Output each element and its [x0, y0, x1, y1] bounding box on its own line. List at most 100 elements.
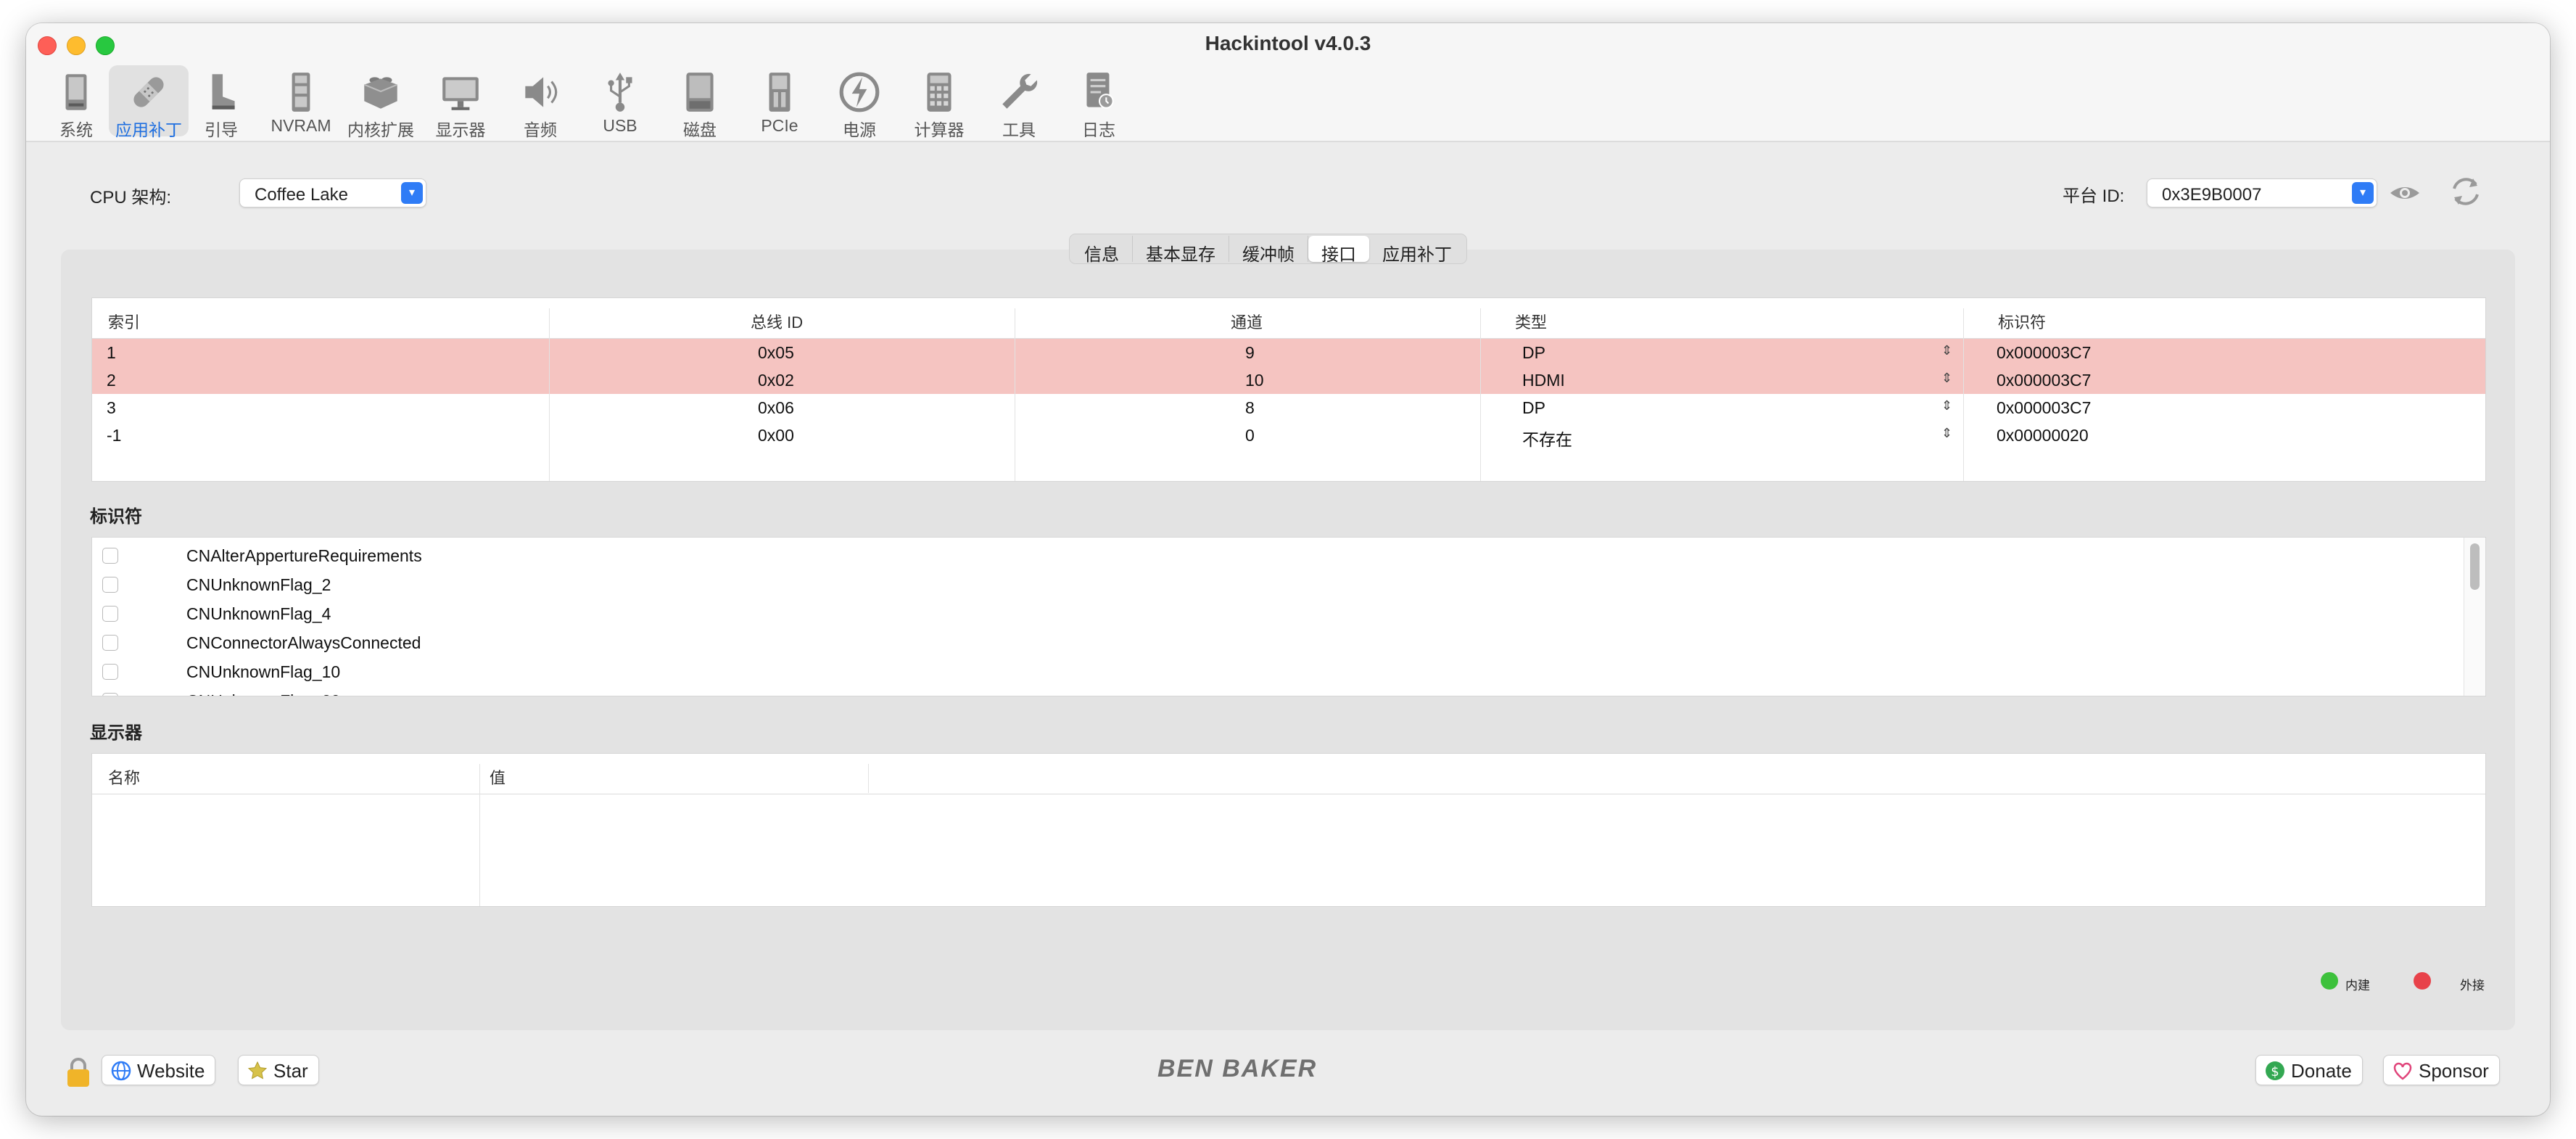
flag-label: CNAlterAppertureRequirements [186, 546, 422, 565]
toolbar-item-audio[interactable]: 音频 [500, 65, 580, 139]
column-header-pipe[interactable]: 通道 [1231, 310, 1263, 333]
flag-checkbox[interactable] [102, 664, 118, 680]
stepper-arrows-icon[interactable]: ⇕ [1941, 426, 1952, 441]
toolbar-item-log[interactable]: 日志 [1059, 65, 1139, 139]
bandage-icon [133, 77, 164, 107]
column-header-value[interactable]: 值 [490, 765, 505, 789]
flag-row: CNAlterAppertureRequirements [92, 540, 2485, 570]
chevron-down-icon: ▾ [2352, 182, 2374, 204]
tab-patch[interactable]: 应用补丁 [1369, 236, 1465, 265]
flag-checkbox[interactable] [102, 548, 118, 564]
speaker-icon [525, 77, 558, 107]
tab-vram[interactable]: 基本显存 [1133, 236, 1229, 265]
boot-icon [212, 74, 235, 110]
toolbar-item-power[interactable]: 电源 [820, 65, 899, 139]
display-section-title: 显示器 [90, 723, 142, 743]
table-header: 名称 值 [92, 754, 2485, 794]
scrollbar-thumb[interactable] [2470, 543, 2480, 590]
tab-connectors[interactable]: 接口 [1308, 236, 1369, 265]
display-icon [442, 77, 479, 110]
stepper-arrows-icon[interactable]: ⇕ [1941, 343, 1952, 358]
stepper-arrows-icon[interactable]: ⇕ [1941, 398, 1952, 414]
table-row[interactable]: -1 0x00 0 不存在 0x00000020 ⇕ [92, 422, 2485, 449]
website-button[interactable]: Website [102, 1055, 216, 1085]
column-header-flags[interactable]: 标识符 [1998, 310, 2046, 333]
toolbar-item-boot[interactable]: 引导 [181, 65, 261, 139]
legend-internal-dot [2321, 972, 2338, 990]
flags-scrollbar[interactable] [2464, 538, 2485, 696]
cpu-architecture-popup[interactable]: Coffee Lake ▾ [239, 178, 426, 207]
ben-baker-logo: BEN BAKER [1157, 1055, 1318, 1082]
table-row[interactable]: 1 0x05 9 DP 0x000003C7 ⇕ [92, 339, 2485, 366]
cell-index: 2 [107, 371, 116, 390]
flag-checkbox[interactable] [102, 606, 118, 622]
cell-flags: 0x000003C7 [1997, 371, 2092, 390]
toolbar-item-calculator[interactable]: 计算器 [899, 65, 979, 139]
column-header-bus-id[interactable]: 总线 ID [751, 310, 803, 333]
type-popup: DP [1522, 343, 1545, 362]
table-row[interactable]: 2 0x02 10 HDMI 0x000003C7 ⇕ [92, 366, 2485, 394]
cell-pipe: 8 [1245, 398, 1255, 417]
computer-icon [65, 74, 87, 110]
toolbar-item-kexts[interactable]: 内核扩展 [341, 65, 421, 139]
cell-pipe: 0 [1245, 426, 1255, 445]
flag-checkbox[interactable] [102, 693, 118, 696]
chevron-down-icon: ▾ [401, 182, 423, 204]
toolbar-item-tools[interactable]: 工具 [979, 65, 1059, 139]
star-icon [247, 1061, 268, 1080]
type-popup: DP [1522, 398, 1545, 417]
donate-label: Donate [2291, 1060, 2352, 1082]
cell-bus-id: 0x00 [758, 426, 794, 445]
toolbar-label: 日志 [1082, 120, 1115, 139]
eye-icon[interactable] [2387, 178, 2422, 207]
toolbar-item-display[interactable]: 显示器 [421, 65, 500, 139]
column-header-name[interactable]: 名称 [108, 765, 140, 789]
lock-icon[interactable] [65, 1056, 91, 1088]
cell-bus-id: 0x05 [758, 343, 794, 362]
nvram-chip-icon [292, 73, 310, 112]
globe-icon [111, 1061, 131, 1081]
cell-index: 1 [107, 343, 116, 362]
toolbar-item-pcie[interactable]: PCIe [740, 65, 820, 136]
sponsor-button[interactable]: Sponsor [2383, 1055, 2500, 1085]
platform-id-popup[interactable]: 0x3E9B0007 ▾ [2147, 178, 2377, 207]
type-popup: 不存在 [1522, 430, 1572, 449]
tab-info[interactable]: 信息 [1071, 236, 1133, 265]
tab-framebuffer[interactable]: 缓冲帧 [1229, 236, 1308, 265]
cell-pipe: 10 [1245, 371, 1264, 390]
stepper-arrows-icon[interactable]: ⇕ [1941, 371, 1952, 386]
flag-label: CNUnknownFlag_4 [186, 604, 331, 623]
cpu-architecture-value: Coffee Lake [255, 185, 348, 205]
app-window: Hackintool v4.0.3 系统 应用补丁 引导 NVRAM 内核扩展 … [26, 23, 2550, 1116]
cell-bus-id: 0x06 [758, 398, 794, 417]
sponsor-label: Sponsor [2419, 1060, 2489, 1082]
donate-button[interactable]: $ Donate [2255, 1055, 2363, 1085]
flag-row: CNConnectorAlwaysConnected [92, 628, 2485, 657]
flags-list: CNAlterAppertureRequirements CNUnknownFla… [91, 537, 2486, 696]
cell-pipe: 9 [1245, 343, 1255, 362]
toolbar: Hackintool v4.0.3 系统 应用补丁 引导 NVRAM 内核扩展 … [26, 23, 2550, 142]
legend-external-dot [2414, 972, 2431, 990]
flag-checkbox[interactable] [102, 635, 118, 651]
calculator-icon [927, 73, 951, 112]
log-icon [1086, 73, 1114, 109]
flag-label: CNConnectorAlwaysConnected [186, 633, 421, 652]
display-table: 名称 值 [91, 753, 2486, 907]
flag-label: CNUnknownFlag_2 [186, 575, 331, 594]
flag-label: CNUnknownFlag_10 [186, 662, 341, 681]
column-header-type[interactable]: 类型 [1515, 310, 1547, 333]
toolbar-item-nvram[interactable]: NVRAM [261, 65, 341, 136]
heart-icon [2393, 1062, 2412, 1080]
connectors-table: 索引 总线 ID 通道 类型 标识符 1 0x05 9 DP 0x000003C7 ⇕ 2 0… [91, 297, 2486, 482]
refresh-icon[interactable] [2447, 173, 2485, 210]
cell-index: -1 [107, 426, 122, 445]
legend-external-label: 外接 [2460, 979, 2485, 992]
star-button[interactable]: Star [238, 1055, 319, 1085]
toolbar-item-disk[interactable]: 磁盘 [660, 65, 740, 139]
flag-checkbox[interactable] [102, 577, 118, 593]
column-header-index[interactable]: 索引 [108, 310, 140, 333]
toolbar-item-usb[interactable]: USB [580, 65, 660, 136]
table-row[interactable]: 3 0x06 8 DP 0x000003C7 ⇕ [92, 394, 2485, 422]
wrench-icon [1002, 73, 1038, 109]
dollar-icon: $ [2266, 1061, 2284, 1080]
